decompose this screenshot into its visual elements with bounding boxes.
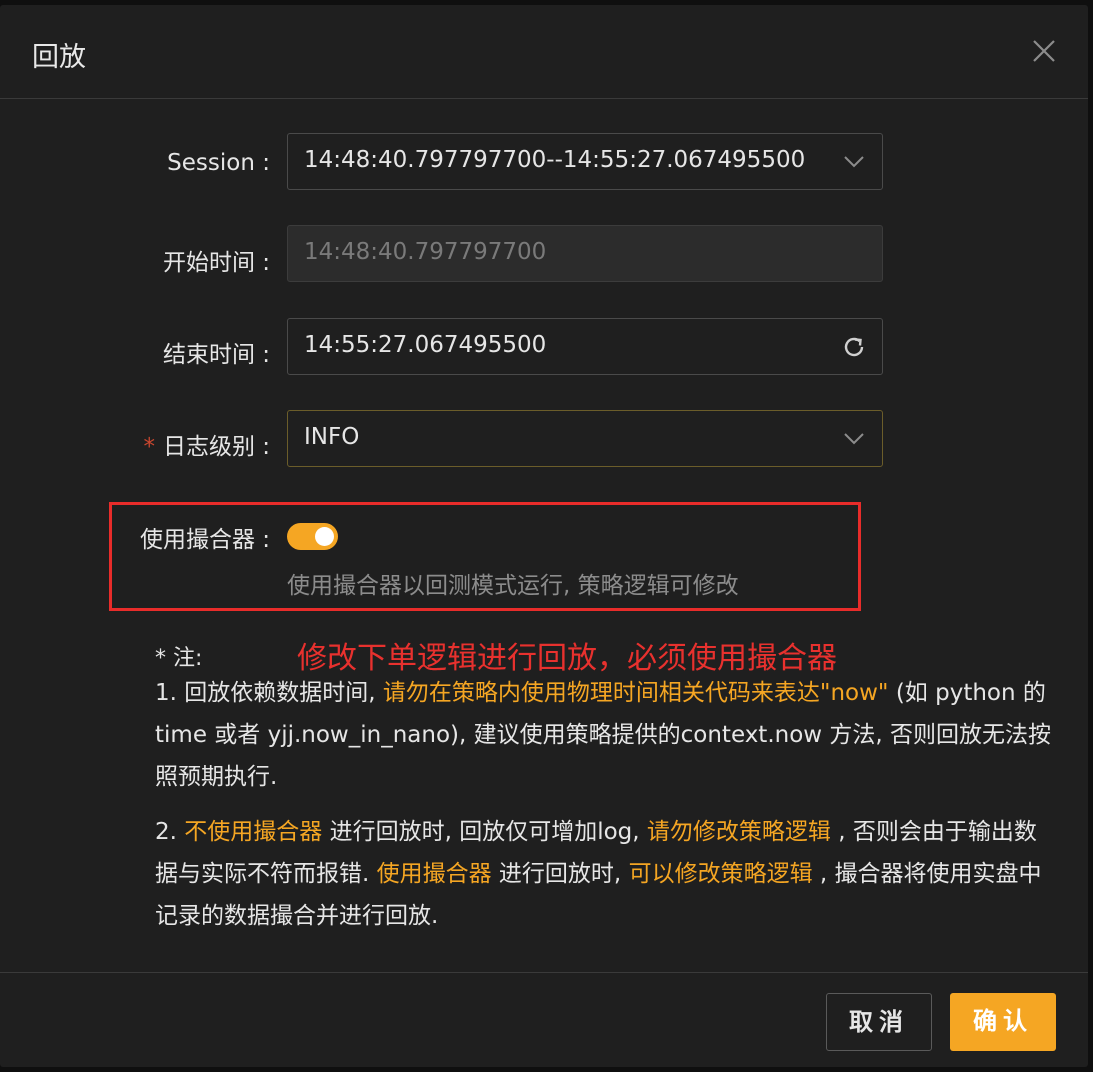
use-matcher-label: 使用撮合器 : — [139, 527, 270, 553]
end-time-value: 14:55:27.067495500 — [304, 332, 547, 358]
note-paragraph-1: 1. 回放依赖数据时间, 请勿在策略内使用物理时间相关代码来表达"now" (如… — [155, 680, 1052, 790]
start-time-value: 14:48:40.797797700 — [304, 239, 547, 265]
end-time-label: 结束时间 : — [162, 342, 270, 368]
switch-knob — [315, 527, 334, 546]
session-select[interactable]: 14:48:40.797797700--14:55:27.067495500 — [287, 133, 883, 190]
chevron-down-icon — [844, 433, 864, 445]
close-button[interactable] — [1024, 31, 1064, 71]
notes-title: * 注: — [155, 646, 203, 671]
log-level-label: * 日志级别 : — [143, 434, 270, 460]
session-label: Session : — [167, 150, 270, 176]
session-select-value: 14:48:40.797797700--14:55:27.067495500 — [304, 147, 806, 173]
dialog-footer: 取消 确认 — [0, 972, 1088, 1068]
required-mark: * — [143, 434, 155, 460]
end-time-input[interactable]: 14:55:27.067495500 — [287, 318, 883, 375]
cancel-button[interactable]: 取消 — [826, 993, 932, 1051]
start-time-input: 14:48:40.797797700 — [287, 225, 883, 282]
annotation-text: 修改下单逻辑进行回放，必须使用撮合器 — [297, 641, 837, 676]
close-icon — [1033, 40, 1055, 62]
log-level-value: INFO — [304, 424, 360, 450]
use-matcher-switch[interactable] — [287, 523, 338, 550]
start-time-label: 开始时间 : — [162, 250, 270, 276]
replay-dialog: 回放 Session : 14:48:40.797797700--14:55:2… — [0, 5, 1088, 1067]
note-paragraph-2: 2. 不使用撮合器 进行回放时, 回放仅可增加log, 请勿修改策略逻辑 , 否… — [155, 819, 1042, 929]
use-matcher-help: 使用撮合器以回测模式运行, 策略逻辑可修改 — [287, 573, 739, 599]
refresh-icon[interactable] — [840, 333, 868, 361]
log-level-select[interactable]: INFO — [287, 410, 883, 467]
dialog-title: 回放 — [32, 42, 86, 73]
chevron-down-icon — [844, 156, 864, 168]
dialog-header: 回放 — [0, 5, 1088, 99]
confirm-button[interactable]: 确认 — [950, 993, 1056, 1051]
